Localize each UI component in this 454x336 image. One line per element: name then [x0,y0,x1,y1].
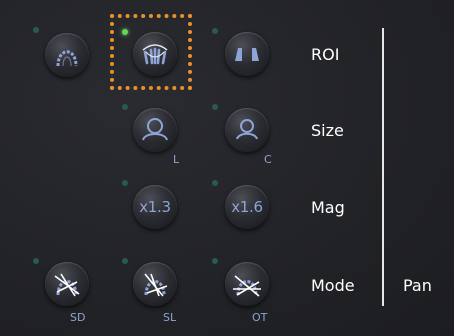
size-label: Size [311,121,344,140]
mode-sl-caption: SL [163,311,177,324]
roi-tmj-button[interactable] [225,32,269,76]
mag-1-3-button[interactable]: x1.3 [133,185,177,229]
mode-ot-indicator [212,258,218,264]
size-l-caption: L [173,153,180,166]
head-icon [142,118,168,141]
size-l-button[interactable] [133,108,177,152]
mode-value: Pan [403,276,432,295]
size-c-indicator [212,104,218,110]
mag-1-6-label: x1.6 [231,198,263,216]
mag-1-6-button[interactable]: x1.6 [225,185,269,229]
control-panel: ROI L C Size x1.3 x1.6 Mag SD SL OT Mode… [0,0,454,336]
mode-sd-button[interactable] [45,262,89,306]
roi-label: ROI [311,45,340,64]
mode-ot-button[interactable] [225,262,269,306]
mode-sd-caption: SD [70,311,86,324]
mag-label: Mag [311,198,345,217]
size-l-indicator [122,104,128,110]
scan-mode-icon [144,273,168,297]
tmj-icon [235,48,259,61]
head-icon [236,119,258,140]
size-c-button[interactable] [225,108,269,152]
roi-full-arch-button[interactable] [45,33,89,77]
mode-label: Mode [311,276,355,295]
mode-ot-caption: OT [252,311,268,324]
full-arch-icon [56,50,78,67]
mode-sd-indicator [33,258,39,264]
scan-mode-icon [54,273,80,297]
mag-1-6-indicator [212,180,218,186]
mode-sl-indicator [122,258,128,264]
scan-mode-icon [233,275,261,297]
size-c-caption: C [264,153,272,166]
roi-full-arch-indicator [33,27,39,33]
mode-sl-button[interactable] [133,262,177,306]
roi-anterior-button[interactable] [133,32,177,76]
vertical-divider [382,28,384,306]
roi-tmj-indicator [212,28,218,34]
anterior-teeth-icon [142,44,168,65]
mag-1-3-indicator [122,180,128,186]
mag-1-3-label: x1.3 [139,198,171,216]
